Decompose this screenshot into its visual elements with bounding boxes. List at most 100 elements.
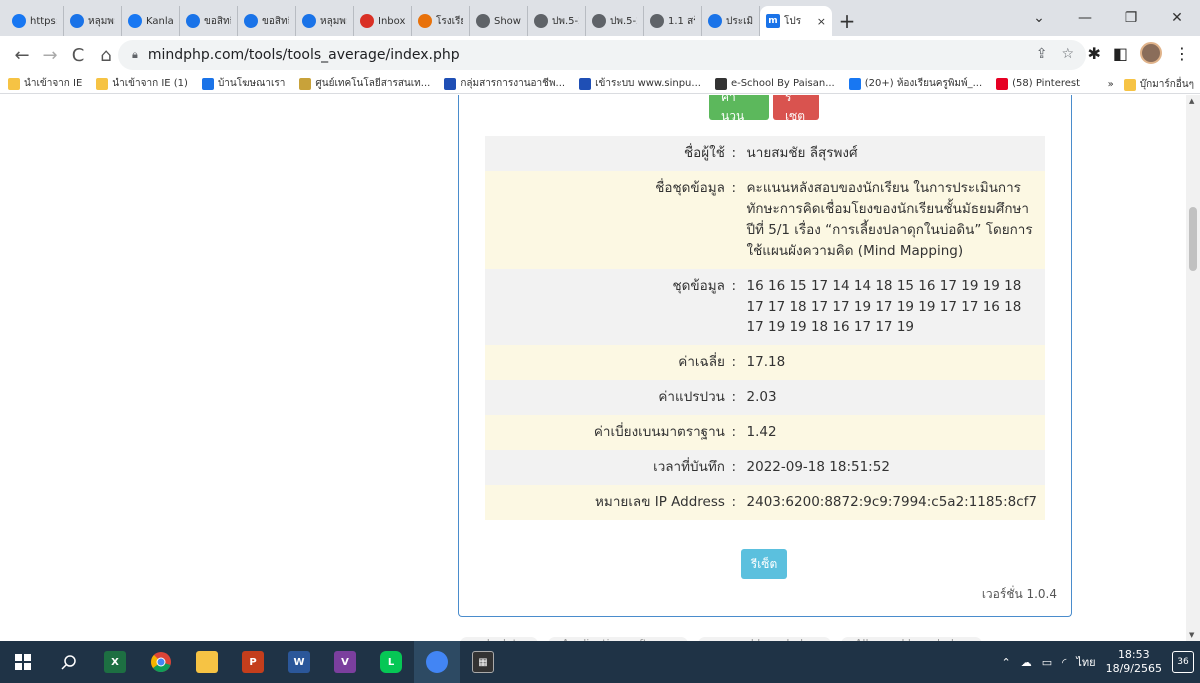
tab-10[interactable]: ปพ.5-2 [586,6,644,36]
sidepanel-icon[interactable]: ◧ [1113,44,1128,63]
tab-title: ขอสิทธิ์ [262,15,289,27]
back-icon[interactable]: ← [8,41,36,69]
wifi-icon[interactable]: ◜ [1062,656,1066,669]
start-button[interactable] [0,641,46,683]
taskbar: X P W V L ▦ ⌃ ☁ ▭ ◜ ไทย 18:53 18/9/2565 … [0,641,1200,683]
tab-6[interactable]: Inbox ( [354,6,412,36]
taskbar-chrome-profile[interactable] [414,641,460,683]
window-controls: ⌄ — ❐ ✕ [1016,0,1200,36]
row-colon: : [728,485,739,520]
bookmark-item[interactable]: ศูนย์เทคโนโลยีสารสนเท... [299,76,430,91]
new-tab-button[interactable]: + [832,6,862,36]
home-icon[interactable]: ⌂ [92,41,120,69]
menu-icon[interactable]: ⋮ [1174,44,1190,63]
minimize-icon[interactable]: — [1062,0,1108,36]
globe-icon [476,14,490,28]
table-row: หมายเลข IP Address:2403:6200:8872:9c9:79… [485,485,1045,520]
tab-3[interactable]: ขอสิทธิ์ [180,6,238,36]
profile-avatar[interactable] [1140,42,1162,64]
tab-active[interactable]: m โปร × [760,6,832,36]
app-v-icon: V [334,651,356,673]
cloud-icon[interactable]: ☁ [1021,656,1032,669]
folder-icon [1123,78,1136,91]
tab-title: ปพ.5-2 [610,15,637,27]
page-scrollbar[interactable]: ▲ ▼ [1186,95,1200,641]
taskbar-excel[interactable]: X [92,641,138,683]
tab-12[interactable]: ประเมิน [702,6,760,36]
tab-2[interactable]: Kanlay [122,6,180,36]
calculate-button[interactable]: คำนวน [709,95,769,123]
bookmark-item[interactable]: กลุ่มสารการงานอาชีพ... [444,76,565,91]
taskbar-line[interactable]: L [368,641,414,683]
close-tab-icon[interactable]: × [817,15,826,28]
tab-title: ประเมิน [726,15,753,27]
row-colon: : [728,345,739,381]
table-row: ค่าเบี่ยงเบนมาตราฐาน:1.42 [485,415,1045,451]
powerpoint-icon: P [242,651,264,673]
reload-icon[interactable]: C [64,41,92,69]
restore-icon[interactable]: ❐ [1108,0,1154,36]
taskbar-powerpoint[interactable]: P [230,641,276,683]
tab-11[interactable]: 1.1 สร้า [644,6,702,36]
tab-title: Inbox ( [378,15,405,27]
pinterest-icon [996,77,1009,90]
line-icon: L [380,651,402,673]
clock-time: 18:53 [1117,647,1150,661]
bookmark-item[interactable]: e-School By Paisan... [714,76,835,91]
bookmark-item[interactable]: นำเข้าจาก IE (1) [96,76,188,91]
lock-icon: 🔒︎ [132,48,138,61]
address-bar[interactable]: 🔒︎ mindphp.com/tools/tools_average/index… [118,40,1086,70]
other-bookmarks[interactable]: บุ๊กมาร์กอื่นๆ [1123,77,1194,92]
star-icon[interactable]: ☆ [1061,46,1074,62]
forward-icon[interactable]: → [36,41,64,69]
school-icon [418,14,432,28]
taskbar-chrome[interactable] [138,641,184,683]
s-logo-icon [444,77,457,90]
reset-button-bottom[interactable]: รีเซ็ต [741,549,787,579]
bookmark-item[interactable]: นำเข้าจาก IE [8,76,82,91]
extensions-icon[interactable]: ✱ [1087,44,1100,63]
omnibox-icons: ⇪ ☆ [1036,46,1074,62]
clock[interactable]: 18:53 18/9/2565 [1106,648,1162,677]
bookmark-item[interactable]: (20+) ห้องเรียนครูพิมพ์_... [848,76,982,91]
tab-9[interactable]: ปพ.5-2 [528,6,586,36]
taskbar-app-v[interactable]: V [322,641,368,683]
row-colon: : [728,380,739,416]
tab-1[interactable]: หลุมพอ [64,6,122,36]
version-label: เวอร์ชั่น 1.0.4 [981,587,1057,601]
result-table: ชื่อผู้ใช้: นายสมชัย ลีสุรพงศ์ ชื่อชุดข้อม… [485,136,1045,520]
network-icon[interactable]: ▭ [1042,656,1052,669]
bookmark-item[interactable]: บ้านโฆษณาเรา [201,76,285,91]
clock-date: 18/9/2565 [1105,662,1162,675]
chevron-down-icon[interactable]: ⌄ [1016,0,1062,36]
taskbar-calculator[interactable]: ▦ [460,641,506,683]
scroll-down-icon[interactable]: ▼ [1189,631,1194,639]
row-colon: : [728,415,739,451]
table-row: ค่าแปรปวน:2.03 [485,380,1045,416]
close-window-icon[interactable]: ✕ [1154,0,1200,36]
notification-icon[interactable]: 36 [1172,651,1194,673]
taskbar-word[interactable]: W [276,641,322,683]
tab-4[interactable]: ขอสิทธิ์ [238,6,296,36]
bookmark-item[interactable]: (58) Pinterest [996,76,1080,91]
tab-7[interactable]: โรงเรียน [412,6,470,36]
taskbar-explorer[interactable] [184,641,230,683]
scrollbar-thumb[interactable] [1189,207,1197,271]
tab-8[interactable]: Show E [470,6,528,36]
tab-0[interactable]: https:/ [6,6,64,36]
globe-icon [592,14,606,28]
table-row: ชื่อชุดข้อมูล: คะแนนหลังสอบของนักเรียน ใน… [485,170,1045,269]
share-icon[interactable]: ⇪ [1036,46,1048,62]
language-indicator[interactable]: ไทย [1076,653,1095,671]
tab-5[interactable]: หลุมพอ [296,6,354,36]
url-text: mindphp.com/tools/tools_average/index.ph… [147,47,460,63]
row-value: 16 16 15 17 14 14 18 15 16 17 19 19 18 1… [738,268,1045,346]
more-bookmarks-icon[interactable]: » [1108,79,1114,90]
scroll-up-icon[interactable]: ▲ [1189,97,1194,105]
tab-title: โปร [784,15,802,27]
search-button[interactable] [46,641,92,683]
reset-button[interactable]: รีเซต [773,95,819,123]
chrome-page-icon [302,14,316,28]
bookmark-item[interactable]: เข้าระบบ www.sinpu... [579,76,701,91]
chevron-up-icon[interactable]: ⌃ [1001,656,1010,669]
